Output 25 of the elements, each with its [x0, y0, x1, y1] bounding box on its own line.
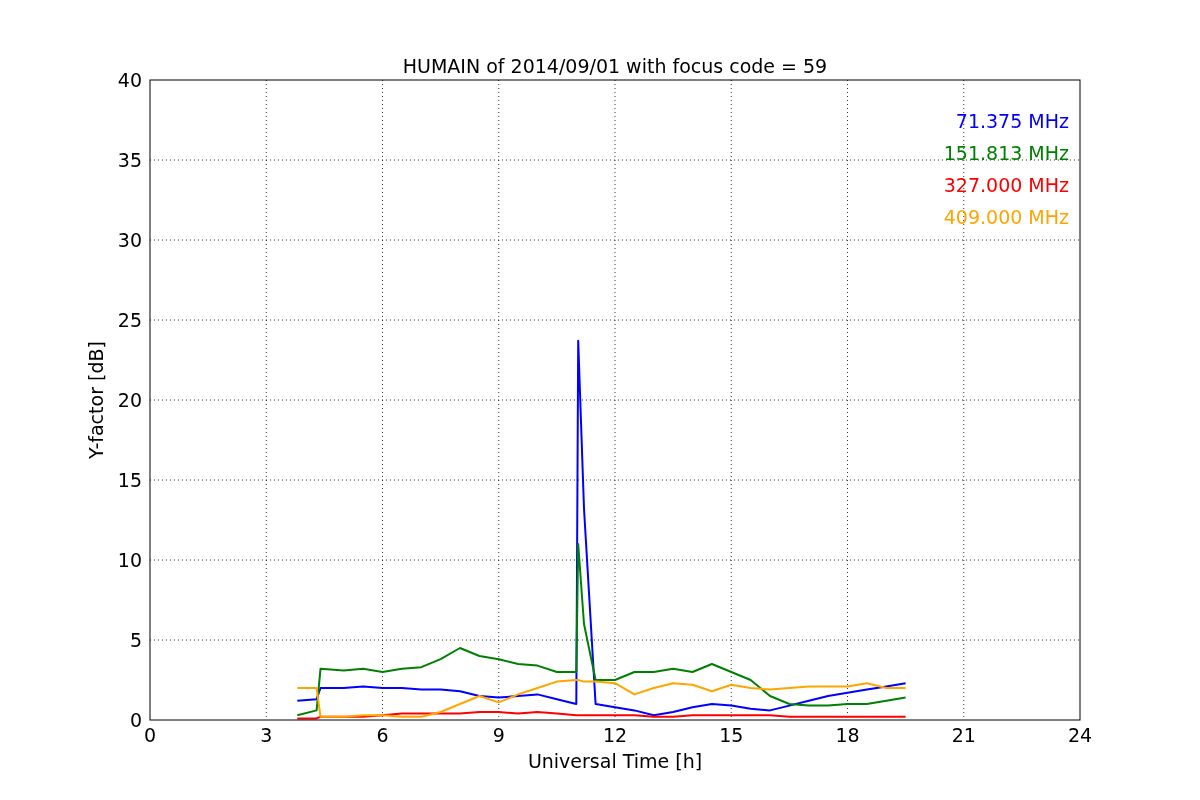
- x-tick-label: 9: [492, 724, 505, 746]
- x-tick-label: 0: [143, 724, 157, 746]
- x-tick-label: 24: [1067, 724, 1093, 746]
- y-tick-label: 0: [129, 709, 142, 731]
- y-tick-label: 15: [117, 469, 142, 491]
- x-tick-label: 21: [951, 724, 976, 746]
- y-tick-label: 25: [117, 309, 142, 331]
- y-tick-label: 20: [117, 389, 142, 411]
- chart-title: HUMAIN of 2014/09/01 with focus code = 59: [402, 55, 828, 77]
- y-tick-label: 10: [117, 549, 142, 571]
- x-tick-label: 6: [376, 724, 389, 746]
- y-tick-label: 40: [117, 69, 142, 91]
- legend-label: 327.000 MHz: [943, 174, 1069, 196]
- y-axis-label: Y-factor [dB]: [85, 341, 107, 459]
- legend-label: 71.375 MHz: [955, 110, 1069, 132]
- x-axis-label: Universal Time [h]: [527, 750, 703, 772]
- legend-label: 151.813 MHz: [943, 142, 1069, 164]
- legend-label: 409.000 MHz: [943, 206, 1069, 228]
- x-tick-label: 15: [719, 724, 744, 746]
- y-tick-label: 5: [129, 629, 142, 651]
- y-tick-label: 35: [117, 149, 142, 171]
- y-tick-label: 30: [117, 229, 142, 251]
- x-tick-label: 3: [260, 724, 273, 746]
- x-tick-label: 18: [835, 724, 860, 746]
- x-tick-label: 12: [602, 724, 628, 746]
